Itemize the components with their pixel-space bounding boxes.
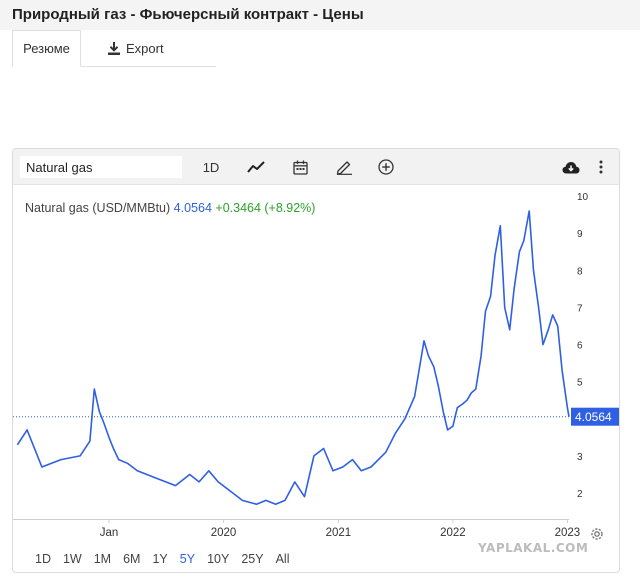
tab-export-label: Export [126,40,164,56]
x-tick-label: 2021 [326,527,352,539]
tab-export[interactable]: Export [81,30,216,67]
download-chart-button[interactable] [559,157,583,177]
plus-circle-icon [378,159,394,175]
series-line-natural-gas [16,210,570,506]
line-chart-icon [247,161,265,173]
range-button-1w[interactable]: 1W [57,549,88,569]
range-button-5y[interactable]: 5Y [174,549,201,569]
watermark-text: YAPLAKAL.COM [478,541,589,555]
page-title: Природный газ - Фьючерсный контракт - Це… [0,0,640,30]
symbol-input[interactable] [20,156,182,178]
cloud-download-icon [562,161,580,173]
range-button-10y[interactable]: 10Y [201,549,235,569]
more-vertical-icon [599,160,603,174]
date-range-button[interactable] [285,157,315,177]
range-button-25y[interactable]: 25Y [235,549,269,569]
range-button-1m[interactable]: 1M [88,549,117,569]
x-tick-label: 2022 [440,527,466,539]
range-button-all[interactable]: All [270,549,296,569]
y-tick-label: 9 [577,229,583,240]
y-tick-label: 6 [577,341,583,352]
y-tick-label: 7 [577,303,583,314]
draw-button[interactable] [329,157,359,177]
interval-label: 1D [202,159,220,175]
tab-bar: Резюме Export [12,30,216,67]
y-tick-label: 10 [577,192,589,203]
last-price-label: 4.0564 [575,410,612,424]
chart-settings-icon[interactable] [590,527,604,541]
interval-button[interactable]: 1D [195,157,227,177]
calendar-icon [292,160,308,175]
download-icon [108,41,120,55]
x-tick-label: Jan [100,527,119,539]
add-indicator-button[interactable] [371,157,401,177]
pencil-icon [336,161,352,175]
x-tick-label: 2020 [211,527,237,539]
y-tick-label: 8 [577,266,583,277]
price-chart[interactable]: 2345678910Jan20202021202220234.0564 [13,185,619,549]
chart-toolbar: 1D [13,149,619,185]
y-tick-label: 5 [577,378,583,389]
tab-summary-label: Резюме [23,41,70,56]
range-button-1y[interactable]: 1Y [146,549,173,569]
range-button-6m[interactable]: 6M [117,549,146,569]
chart-type-button[interactable] [241,157,271,177]
range-selector: 1D 1W 1M 6M 1Y 5Y 10Y 25Y All [29,549,295,569]
more-options-button[interactable] [591,157,611,177]
chart-widget: 1D [12,148,620,573]
y-tick-label: 2 [577,489,583,500]
range-button-1d[interactable]: 1D [29,549,57,569]
x-tick-label: 2023 [555,527,581,539]
y-tick-label: 3 [577,452,583,463]
tab-summary[interactable]: Резюме [12,30,81,67]
